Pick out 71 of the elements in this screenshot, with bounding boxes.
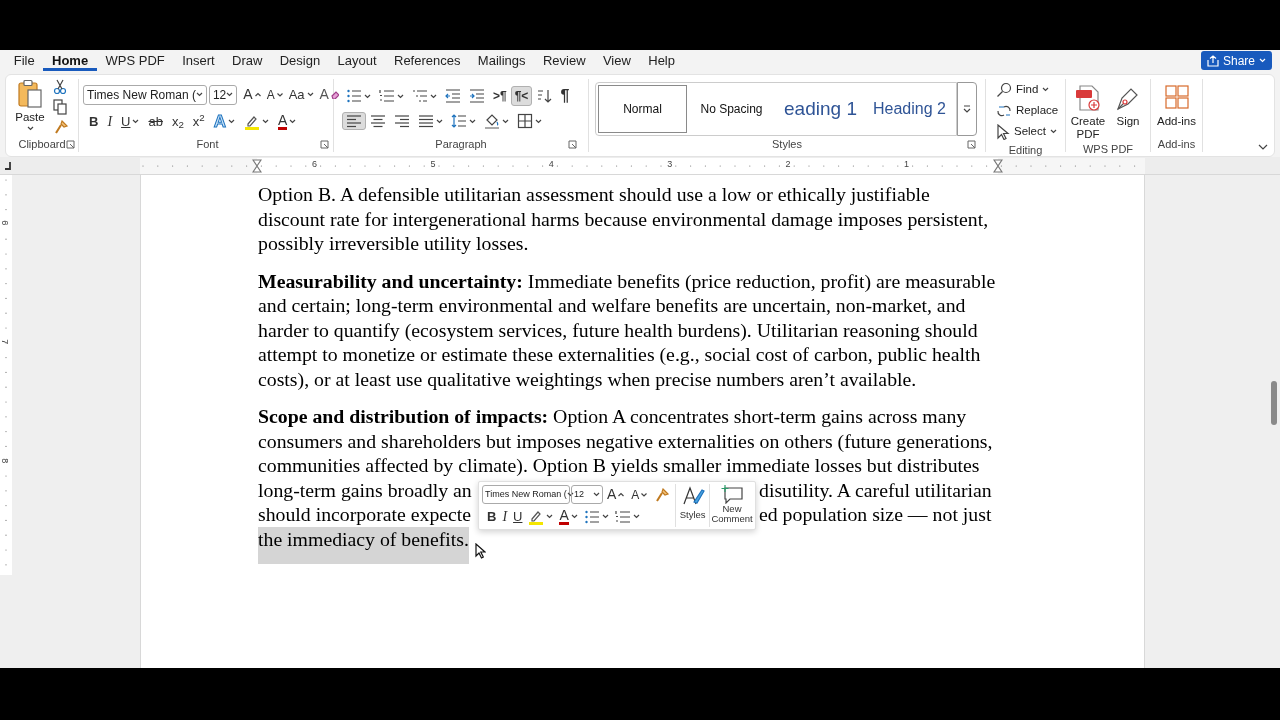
rtl-button[interactable]: ¶< xyxy=(510,86,533,106)
ruler-number: 4 xyxy=(548,158,554,171)
menu-tab[interactable]: Review xyxy=(534,51,595,71)
group-label: Add-ins xyxy=(1157,136,1196,152)
show-marks-button[interactable]: ¶ xyxy=(556,83,574,109)
group-label: Styles xyxy=(772,136,802,152)
create-pdf-button[interactable]: Create PDF xyxy=(1068,79,1108,141)
change-case-button[interactable]: Aa xyxy=(285,84,317,105)
menu-tab[interactable]: Layout xyxy=(328,51,386,71)
grow-button[interactable]: A xyxy=(240,84,264,105)
paragraph-text: the immediacy of benefits. xyxy=(258,526,1144,564)
superscript-button[interactable]: x$^{2}$ xyxy=(188,111,209,133)
ruler-number: 6 xyxy=(312,158,317,171)
menu-tab[interactable]: WPS PDF xyxy=(96,51,174,71)
italic-button[interactable]: I xyxy=(103,110,117,134)
menu-tab[interactable]: Design xyxy=(271,51,329,71)
new-comment-button[interactable]: New Comment xyxy=(712,484,752,527)
replace-button[interactable]: Replace xyxy=(994,100,1057,121)
paste-button[interactable]: Paste xyxy=(11,79,49,132)
select-button[interactable]: Select xyxy=(994,121,1057,142)
underline-button[interactable]: U xyxy=(510,506,526,527)
ruler-number: 6 xyxy=(0,220,12,226)
bold-button[interactable]: B xyxy=(85,111,103,133)
strike-button[interactable]: ab xyxy=(144,111,167,133)
font-size-field[interactable]: 12 xyxy=(208,84,238,105)
subscript-button[interactable]: x$_{2}$ xyxy=(167,111,188,133)
ruler-number: 1 xyxy=(904,158,909,171)
style-option[interactable]: No Spacing xyxy=(687,85,776,133)
shrink-button[interactable]: A xyxy=(263,84,286,105)
ltr-button[interactable]: >¶ xyxy=(489,86,511,106)
menu-tab[interactable]: References xyxy=(385,51,470,71)
clear-button[interactable]: A xyxy=(316,84,342,105)
menu-tab[interactable]: Insert xyxy=(173,51,224,71)
find-button[interactable]: Find xyxy=(994,79,1057,100)
ruler-number: 8 xyxy=(0,458,12,464)
italic-button[interactable]: I xyxy=(499,506,511,527)
group-label: WPS PDF xyxy=(1082,141,1134,157)
group-label: Paragraph xyxy=(435,136,487,152)
text-fragment: should incorporate expecte xyxy=(258,502,472,527)
menu-tab[interactable]: View xyxy=(594,51,640,71)
paragraph-text: Option B. A defensible utilitarian assessment should use a low or ethically justifiable discount rate for intergenerational harms because environmental damage imposes persistent, possibly irreversible utility losses. xyxy=(258,182,990,256)
shrink-button[interactable]: A xyxy=(628,484,651,505)
sign-button[interactable]: Sign xyxy=(1108,79,1148,141)
text-fragment: long-term gains broadly an xyxy=(258,477,472,502)
ruler-number: 2 xyxy=(785,158,791,171)
share-button[interactable]: Share xyxy=(1200,51,1272,70)
style-option[interactable]: eading 1 xyxy=(776,85,865,133)
group-label: Font xyxy=(196,136,219,152)
font-color-button[interactable]: A xyxy=(556,506,581,527)
group-label: Clipboard xyxy=(18,136,66,152)
text-fragment: disutility. A careful utilitarian xyxy=(759,477,992,502)
menu-tab[interactable]: Draw xyxy=(223,51,272,71)
font-size-field[interactable]: 12 xyxy=(571,485,603,504)
font-color-button[interactable]: A xyxy=(274,112,301,132)
font-name-field[interactable]: Times New Roman ( xyxy=(83,84,207,105)
underline-button[interactable]: U xyxy=(117,111,144,133)
style-option[interactable]: Normal xyxy=(598,85,687,133)
styles-button[interactable]: Styles xyxy=(678,484,708,527)
menu-tab[interactable]: File xyxy=(5,51,44,71)
paragraph-text: Measurability and uncertainty: Immediate benefits (price reduction, profit) are measurable and certain; long-term environmental and welfare benefits are uncertain, non-market, and harder to quantify (ecosystem services, future health burdens). Utilitarian reasoning should attempt to monetize or estimate these externalities (e.g., social cost of carbon, public health costs), or at least use qualitative weightings when precise numbers aren’t available. xyxy=(258,268,997,391)
menu-tab[interactable]: Mailings xyxy=(469,51,535,71)
ruler-number: 5 xyxy=(430,158,436,171)
style-option[interactable]: Heading 2 xyxy=(865,85,954,133)
add-ins-button[interactable]: Add-ins xyxy=(1157,79,1196,136)
text-fragment: ed population size — not just xyxy=(759,502,992,527)
ruler-number: 7 xyxy=(0,339,12,345)
menu-tab[interactable]: Help xyxy=(639,51,684,71)
group-label: Editing xyxy=(1008,142,1043,158)
bold-button[interactable]: B xyxy=(484,506,500,527)
ruler-number: 3 xyxy=(667,158,673,171)
grow-button[interactable]: A xyxy=(604,484,628,505)
